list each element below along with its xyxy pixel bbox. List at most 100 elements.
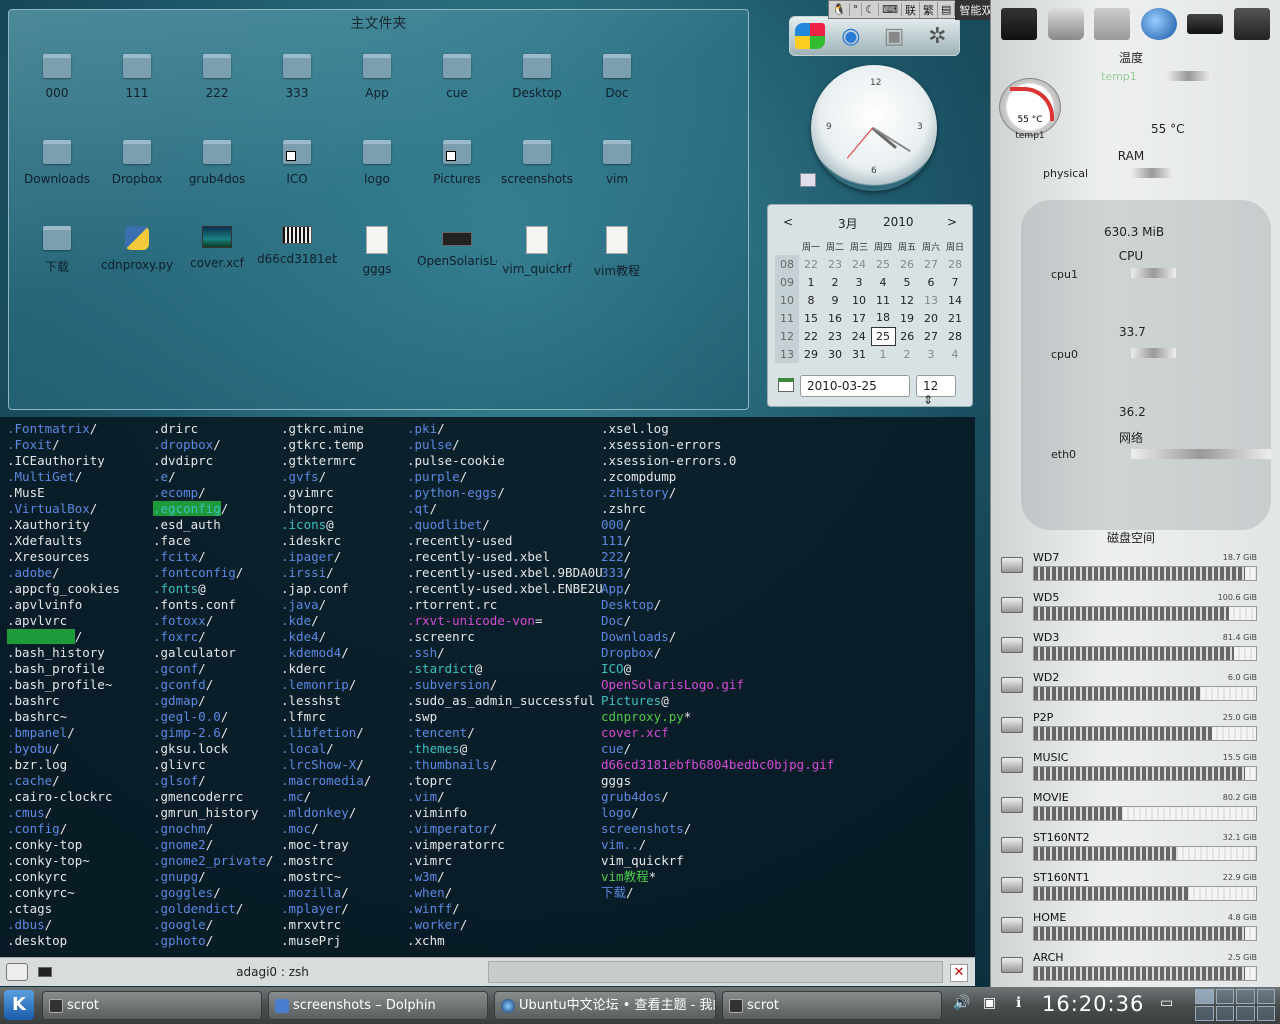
calendar-day[interactable]: 16 (823, 309, 847, 327)
ime-keyboard-icon[interactable]: ▤ (938, 3, 956, 16)
ime-item-lian[interactable]: 联 (902, 1, 920, 18)
calendar-day[interactable]: 12 (895, 291, 919, 309)
task-scrot-2[interactable]: scrot (722, 991, 942, 1020)
calendar-day[interactable]: 22 (799, 327, 823, 345)
folder-view-item[interactable]: 下载 (17, 226, 97, 286)
calendar-day[interactable]: 8 (799, 291, 823, 309)
terminal-tab-empty[interactable] (488, 961, 943, 983)
ie-icon[interactable]: ◉ (834, 20, 868, 52)
pager-desktop[interactable] (1256, 989, 1275, 1004)
volume-icon[interactable]: 🔊 (953, 995, 970, 1011)
folder-view-item[interactable]: vim (577, 140, 657, 200)
calendar-day[interactable]: 22 (799, 255, 823, 273)
pager-desktop[interactable] (1215, 1006, 1234, 1021)
folder-view-item[interactable]: cover.xcf (177, 226, 257, 286)
pager-desktop[interactable] (1195, 989, 1214, 1004)
task-dolphin[interactable]: screenshots – Dolphin (268, 991, 488, 1020)
calendar-day[interactable]: 23 (823, 327, 847, 345)
calendar-day[interactable]: 26 (895, 327, 919, 345)
calendar-day[interactable]: 11 (871, 291, 895, 309)
new-tab-icon[interactable] (6, 963, 28, 981)
calendar-day[interactable]: 5 (895, 273, 919, 291)
folder-view-item[interactable]: d66cd3181ebfb6804bedbc0bjpg.gif (257, 226, 337, 286)
folder-view-item[interactable]: Desktop (497, 54, 577, 114)
calendar-day[interactable]: 15 (799, 309, 823, 327)
windows-icon[interactable] (794, 23, 825, 49)
taskbar-clock[interactable]: 16:20:36 (1042, 992, 1144, 1016)
desktop-pager[interactable] (1195, 989, 1275, 1021)
folder-view-item[interactable]: cdnproxy.py (97, 226, 177, 286)
moon-icon[interactable]: ☾ (862, 3, 880, 16)
calendar-day[interactable]: 6 (919, 273, 943, 291)
calendar-day[interactable]: 26 (895, 255, 919, 273)
calendar-day[interactable]: 24 (847, 255, 871, 273)
folder-view-item[interactable]: grub4dos (177, 140, 257, 200)
terminal-tab-title[interactable]: adagi0 : zsh (60, 965, 485, 979)
calendar-day[interactable]: 21 (943, 309, 967, 327)
calendar-day[interactable]: 13 (919, 291, 943, 309)
calendar-day[interactable]: 9 (823, 291, 847, 309)
task-scrot-1[interactable]: scrot (42, 991, 262, 1020)
calendar-day[interactable]: 28 (943, 327, 967, 345)
calendar-day[interactable]: 4 (871, 273, 895, 291)
calendar-month[interactable]: 3月 (838, 215, 858, 232)
calendar-year[interactable]: 2010 (883, 215, 914, 229)
folder-view-item[interactable]: ICO (257, 140, 337, 200)
pager-desktop[interactable] (1256, 1006, 1275, 1021)
folder-view-item[interactable]: App (337, 54, 417, 114)
calendar-day[interactable]: 2 (895, 345, 919, 363)
calendar-day[interactable]: 14 (943, 291, 967, 309)
info-icon[interactable]: ℹ (1016, 995, 1021, 1011)
folder-view-item[interactable]: 333 (257, 54, 337, 114)
calendar-day[interactable]: 29 (799, 345, 823, 363)
folder-view-item[interactable]: OpenSolarisLogo.gif (417, 226, 497, 286)
calendar-day[interactable]: 7 (943, 273, 967, 291)
folder-view-item[interactable]: gggs (337, 226, 417, 286)
folder-view-item[interactable]: Downloads (17, 140, 97, 200)
calendar-day[interactable]: 27 (919, 327, 943, 345)
task-browser[interactable]: Ubuntu中文论坛 • 查看主题 - 我的 (494, 991, 716, 1020)
pager-desktop[interactable] (1195, 1006, 1214, 1021)
folder-view-item[interactable]: screenshots (497, 140, 577, 200)
calendar-day[interactable]: 23 (823, 255, 847, 273)
keyboard-icon[interactable]: ⌨ (879, 3, 902, 16)
calendar-icon[interactable] (778, 378, 794, 392)
calendar-day[interactable]: 25 (871, 255, 895, 273)
gear-icon[interactable]: ✲ (920, 20, 954, 52)
kde-menu-button[interactable]: K (4, 990, 34, 1020)
folder-view-item[interactable]: 222 (177, 54, 257, 114)
penguin-icon[interactable]: 🐧 (829, 3, 850, 16)
pager-desktop[interactable] (1236, 1006, 1255, 1021)
date-input[interactable]: 2010-03-25 (800, 375, 910, 397)
folder-view-item[interactable]: Dropbox (97, 140, 177, 200)
pager-desktop[interactable] (1215, 989, 1234, 1004)
calendar-day[interactable]: 1 (871, 345, 895, 363)
calendar-prev-button[interactable]: < (783, 215, 793, 229)
folder-view-item[interactable]: vim_quickrf (497, 226, 577, 286)
folder-view-item[interactable]: logo (337, 140, 417, 200)
folder-view-item[interactable]: cue (417, 54, 497, 114)
calendar-day[interactable]: 27 (919, 255, 943, 273)
calendar-day[interactable]: 3 (919, 345, 943, 363)
ime-item-fan[interactable]: 繁 (920, 1, 938, 18)
folder-view-item[interactable]: Pictures (417, 140, 497, 200)
calendar-day[interactable]: 17 (847, 309, 871, 327)
calendar-day[interactable]: 2 (823, 273, 847, 291)
clipboard-icon[interactable]: ▣ (983, 995, 996, 1011)
calendar-day[interactable]: 30 (823, 345, 847, 363)
calendar-day[interactable]: 4 (943, 345, 967, 363)
close-tab-button[interactable]: ✕ (950, 964, 968, 982)
folder-view-item[interactable]: 111 (97, 54, 177, 114)
week-spinbox[interactable]: 12 ⇕ (916, 375, 956, 407)
desktop-small-icon[interactable] (800, 173, 816, 187)
calendar-next-button[interactable]: > (947, 215, 957, 229)
calendar-day[interactable]: 25 (870, 326, 896, 346)
folder-view-item[interactable]: vim教程 (577, 226, 657, 286)
calendar-day[interactable]: 24 (847, 327, 871, 345)
camera-icon[interactable]: ▣ (877, 20, 911, 52)
calendar-day[interactable]: 19 (895, 309, 919, 327)
calendar-day[interactable]: 20 (919, 309, 943, 327)
show-desktop-icon[interactable]: ▭ (1160, 995, 1173, 1011)
punctuation-icon[interactable]: ° (850, 3, 863, 16)
calendar-day[interactable]: 18 (871, 309, 895, 327)
